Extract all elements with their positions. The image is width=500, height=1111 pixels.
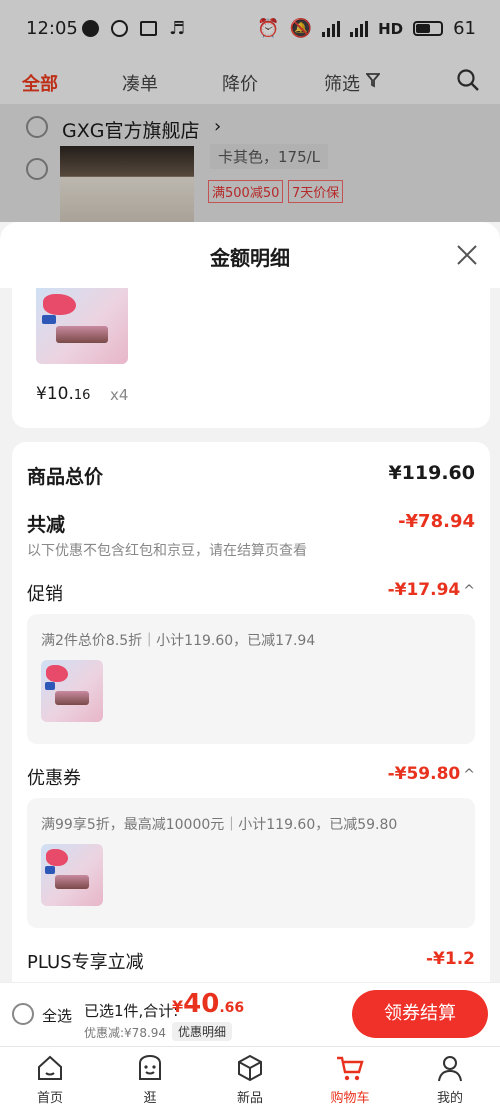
total-label: 商品总价 <box>27 466 104 488</box>
discount-detail-button[interactable]: 优惠明细 <box>172 1022 233 1041</box>
promotion-value: -¥17.94 <box>387 580 461 600</box>
user-icon <box>438 1056 462 1082</box>
selected-count: 已选1件,合计: <box>84 1002 179 1020</box>
tab-me-label: 我的 <box>436 1091 463 1106</box>
amount-detail-sheet: 金额明细 ¥10.16 x4 商品总价 ¥119.60 共减 -¥78.94 以… <box>0 222 500 982</box>
cart-icon <box>337 1056 364 1081</box>
home-icon <box>38 1055 62 1080</box>
browse-icon <box>139 1054 161 1080</box>
close-icon[interactable] <box>456 244 478 266</box>
coupon-detail-box: 满99享5折，最高减10000元｜小计119.60，已减59.80 <box>27 798 475 928</box>
plus-value: -¥1.2 <box>426 949 475 969</box>
coupon-detail: 满99享5折，最高减10000元｜小计119.60，已减59.80 <box>41 817 398 833</box>
promotion-toggle[interactable]: -¥17.94 ^ <box>388 580 475 600</box>
coupon-toggle[interactable]: -¥59.80 ^ <box>388 764 475 784</box>
discount-note: 以下优惠不包含红包和京豆，请在结算页查看 <box>27 543 307 559</box>
tab-new-label: 新品 <box>236 1091 263 1106</box>
coupon-item-thumbnail[interactable] <box>41 844 103 906</box>
tab-browse[interactable]: 逛 <box>110 1047 190 1111</box>
tab-home[interactable]: 首页 <box>10 1047 90 1111</box>
tab-cart-label: 购物车 <box>330 1091 370 1106</box>
tab-browse-label: 逛 <box>143 1091 157 1106</box>
promotion-label: 促销 <box>27 584 63 605</box>
tab-cart[interactable]: 购物车 <box>310 1047 390 1111</box>
select-all-radio[interactable] <box>12 1003 34 1025</box>
discount-summary: 优惠减:¥78.94 <box>84 1026 167 1040</box>
item-quantity: x4 <box>110 386 129 404</box>
tab-new[interactable]: 新品 <box>210 1047 290 1111</box>
coupon-value: -¥59.80 <box>387 764 461 784</box>
tab-me[interactable]: 我的 <box>410 1047 490 1111</box>
sheet-title: 金额明细 <box>210 246 290 270</box>
chevron-up-icon: ^ <box>463 767 475 783</box>
checkout-button[interactable]: 领券结算 <box>352 990 488 1038</box>
select-all-label[interactable]: 全选 <box>42 1005 72 1026</box>
discount-value: -¥78.94 <box>398 511 475 532</box>
checkout-bar: 全选 已选1件,合计: ¥40.66 优惠减:¥78.94 优惠明细 领券结算 <box>0 982 500 1046</box>
item-price: ¥10.16 <box>36 384 91 404</box>
cart-total: ¥40.66 <box>172 989 245 1019</box>
item-card: ¥10.16 x4 <box>12 288 490 428</box>
tab-home-label: 首页 <box>36 1091 63 1106</box>
promotion-detail-box: 满2件总价8.5折｜小计119.60，已减17.94 <box>27 614 475 744</box>
dim-overlay[interactable] <box>0 0 500 222</box>
discount-label: 共减 <box>27 514 66 536</box>
promotion-detail: 满2件总价8.5折｜小计119.60，已减17.94 <box>41 633 316 649</box>
box-icon <box>238 1054 262 1082</box>
item-thumbnail[interactable] <box>36 288 128 364</box>
chevron-up-icon: ^ <box>463 583 475 599</box>
coupon-label: 优惠券 <box>27 768 81 789</box>
total-value: ¥119.60 <box>388 462 475 484</box>
bottom-tab-bar: 首页 逛 新品 购物车 我的 <box>0 1046 500 1111</box>
sheet-header: 金额明细 <box>0 222 500 288</box>
plus-label: PLUS专享立减 <box>27 952 144 973</box>
price-breakdown-card: 商品总价 ¥119.60 共减 -¥78.94 以下优惠不包含红包和京豆，请在结… <box>12 442 490 982</box>
promotion-item-thumbnail[interactable] <box>41 660 103 722</box>
